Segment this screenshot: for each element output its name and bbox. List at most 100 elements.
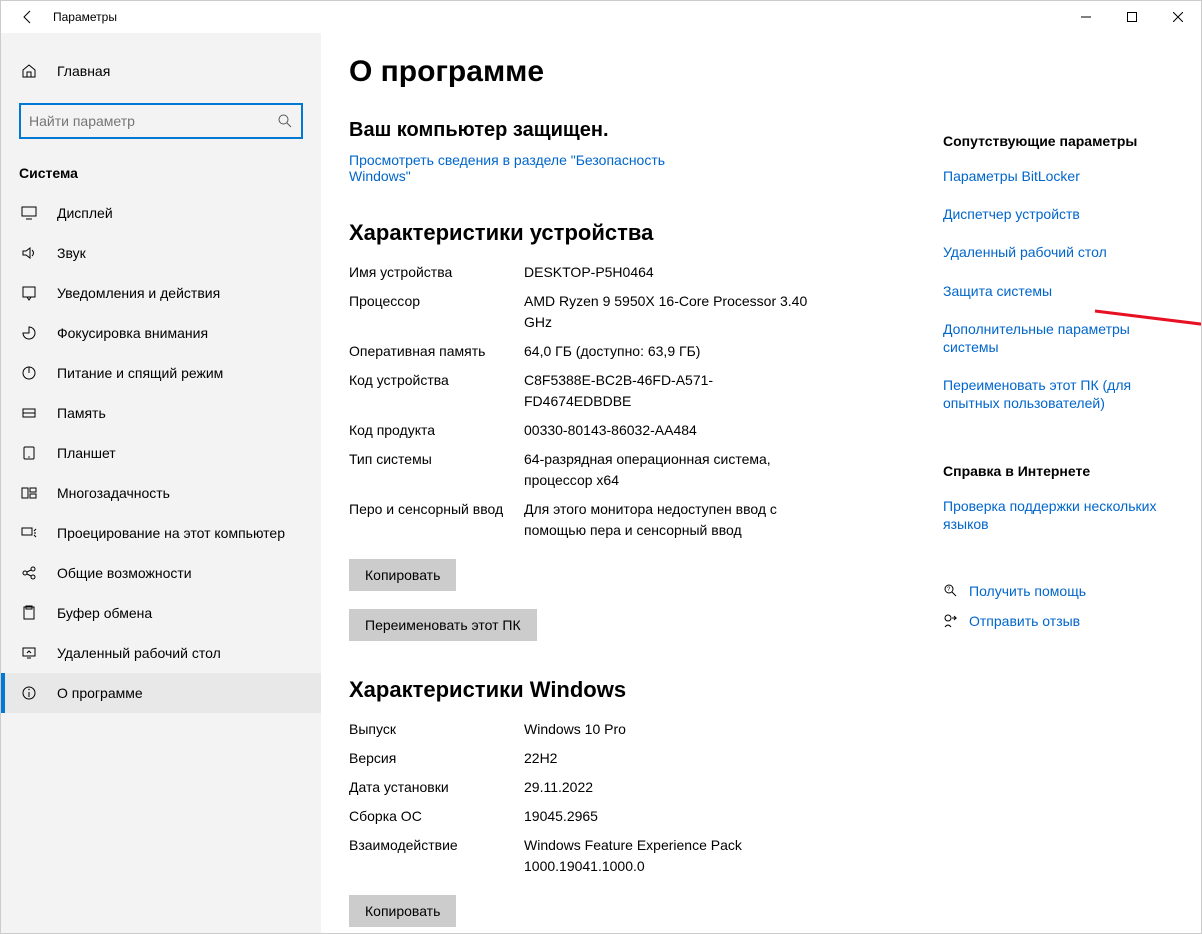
device-id-value: C8F5388E-BC2B-46FD-A571-FD4674EDBDBE bbox=[524, 370, 814, 412]
related-title: Сопутствующие параметры bbox=[943, 133, 1173, 149]
notify-icon bbox=[19, 285, 39, 301]
sidebar-item-label: Фокусировка внимания bbox=[57, 325, 208, 341]
experience-value: Windows Feature Experience Pack 1000.190… bbox=[524, 835, 814, 877]
edition-label: Выпуск bbox=[349, 719, 524, 740]
maximize-button[interactable] bbox=[1109, 1, 1155, 33]
category-label: Система bbox=[1, 157, 321, 193]
install-date-value: 29.11.2022 bbox=[524, 777, 593, 798]
sidebar-item-tablet[interactable]: Планшет bbox=[1, 433, 321, 473]
settings-window: Параметры Главная Система Дисплей Звук У… bbox=[0, 0, 1202, 934]
version-label: Версия bbox=[349, 748, 524, 769]
feedback-icon bbox=[943, 613, 969, 629]
ram-label: Оперативная память bbox=[349, 341, 524, 362]
window-title: Параметры bbox=[53, 10, 117, 24]
sidebar-item-label: Общие возможности bbox=[57, 565, 192, 581]
related-panel: Сопутствующие параметры Параметры BitLoc… bbox=[943, 133, 1173, 643]
related-link-system-protection[interactable]: Защита системы bbox=[943, 282, 1173, 300]
device-id-label: Код устройства bbox=[349, 370, 524, 412]
cpu-value: AMD Ryzen 9 5950X 16-Core Processor 3.40… bbox=[524, 291, 814, 333]
sidebar-item-sound[interactable]: Звук bbox=[1, 233, 321, 273]
sidebar-item-label: Звук bbox=[57, 245, 86, 261]
sidebar-item-display[interactable]: Дисплей bbox=[1, 193, 321, 233]
page-title: О программе bbox=[349, 55, 1173, 89]
sidebar-item-about[interactable]: О программе bbox=[1, 673, 321, 713]
minimize-button[interactable] bbox=[1063, 1, 1109, 33]
experience-label: Взаимодействие bbox=[349, 835, 524, 877]
pen-touch-value: Для этого монитора недоступен ввод с пом… bbox=[524, 499, 814, 541]
related-link-remote-desktop[interactable]: Удаленный рабочий стол bbox=[943, 243, 1173, 261]
sidebar-item-storage[interactable]: Память bbox=[1, 393, 321, 433]
copy-device-button[interactable]: Копировать bbox=[349, 559, 456, 591]
home-button[interactable]: Главная bbox=[1, 53, 321, 89]
help-title: Справка в Интернете bbox=[943, 463, 1173, 479]
sidebar-item-label: Уведомления и действия bbox=[57, 285, 220, 301]
window-controls bbox=[1063, 1, 1201, 33]
sidebar-item-label: О программе bbox=[57, 685, 143, 701]
system-type-label: Тип системы bbox=[349, 449, 524, 491]
sound-icon bbox=[19, 245, 39, 261]
feedback-button[interactable]: Отправить отзыв bbox=[943, 613, 1173, 629]
sidebar-item-label: Буфер обмена bbox=[57, 605, 152, 621]
related-link-rename-pc[interactable]: Переименовать этот ПК (для опытных польз… bbox=[943, 376, 1173, 412]
device-name-label: Имя устройства bbox=[349, 262, 524, 283]
rdp-icon bbox=[19, 645, 39, 661]
home-label: Главная bbox=[57, 63, 110, 79]
close-button[interactable] bbox=[1155, 1, 1201, 33]
shared-icon bbox=[19, 565, 39, 581]
main-content: О программе Ваш компьютер защищен. Просм… bbox=[321, 33, 1201, 933]
svg-text:?: ? bbox=[947, 587, 951, 593]
cpu-label: Процессор bbox=[349, 291, 524, 333]
display-icon bbox=[19, 205, 39, 221]
sidebar-item-label: Дисплей bbox=[57, 205, 113, 221]
sidebar-item-label: Память bbox=[57, 405, 106, 421]
power-icon bbox=[19, 365, 39, 381]
focus-icon bbox=[19, 325, 39, 341]
related-link-device-manager[interactable]: Диспетчер устройств bbox=[943, 205, 1173, 223]
related-link-bitlocker[interactable]: Параметры BitLocker bbox=[943, 167, 1173, 185]
tablet-icon bbox=[19, 445, 39, 461]
multitask-icon bbox=[19, 485, 39, 501]
about-icon bbox=[19, 685, 39, 701]
version-value: 22H2 bbox=[524, 748, 557, 769]
edition-value: Windows 10 Pro bbox=[524, 719, 626, 740]
sidebar-item-power[interactable]: Питание и спящий режим bbox=[1, 353, 321, 393]
clipboard-icon bbox=[19, 605, 39, 621]
search-field[interactable] bbox=[29, 113, 277, 129]
back-button[interactable] bbox=[13, 9, 43, 25]
home-icon bbox=[19, 63, 39, 79]
sidebar-item-shared[interactable]: Общие возможности bbox=[1, 553, 321, 593]
help-link-multilang[interactable]: Проверка поддержки нескольких языков bbox=[943, 497, 1173, 533]
sidebar-item-label: Планшет bbox=[57, 445, 116, 461]
windows-spec-title: Характеристики Windows bbox=[349, 677, 1173, 703]
search-icon bbox=[277, 113, 293, 129]
sidebar-item-remote-desktop[interactable]: Удаленный рабочий стол bbox=[1, 633, 321, 673]
help-icon: ? bbox=[943, 583, 969, 599]
project-icon bbox=[19, 525, 39, 541]
get-help-button[interactable]: ? Получить помощь bbox=[943, 583, 1173, 599]
ram-value: 64,0 ГБ (доступно: 63,9 ГБ) bbox=[524, 341, 700, 362]
sidebar-item-label: Удаленный рабочий стол bbox=[57, 645, 221, 661]
sidebar: Главная Система Дисплей Звук Уведомления… bbox=[1, 33, 321, 933]
system-type-value: 64-разрядная операционная система, проце… bbox=[524, 449, 814, 491]
get-help-label: Получить помощь bbox=[969, 583, 1086, 599]
build-label: Сборка ОС bbox=[349, 806, 524, 827]
copy-windows-button[interactable]: Копировать bbox=[349, 895, 456, 927]
titlebar: Параметры bbox=[1, 1, 1201, 33]
product-id-label: Код продукта bbox=[349, 420, 524, 441]
sidebar-item-notifications[interactable]: Уведомления и действия bbox=[1, 273, 321, 313]
sidebar-item-multitasking[interactable]: Многозадачность bbox=[1, 473, 321, 513]
pen-touch-label: Перо и сенсорный ввод bbox=[349, 499, 524, 541]
product-id-value: 00330-80143-86032-AA484 bbox=[524, 420, 697, 441]
rename-pc-button[interactable]: Переименовать этот ПК bbox=[349, 609, 537, 641]
sidebar-item-focus[interactable]: Фокусировка внимания bbox=[1, 313, 321, 353]
install-date-label: Дата установки bbox=[349, 777, 524, 798]
storage-icon bbox=[19, 405, 39, 421]
search-input[interactable] bbox=[19, 103, 303, 139]
security-link[interactable]: Просмотреть сведения в разделе "Безопасн… bbox=[349, 152, 689, 184]
related-link-advanced-system[interactable]: Дополнительные параметры системы bbox=[943, 320, 1173, 356]
sidebar-item-label: Проецирование на этот компьютер bbox=[57, 525, 285, 541]
sidebar-item-label: Многозадачность bbox=[57, 485, 170, 501]
sidebar-item-projecting[interactable]: Проецирование на этот компьютер bbox=[1, 513, 321, 553]
feedback-label: Отправить отзыв bbox=[969, 613, 1080, 629]
sidebar-item-clipboard[interactable]: Буфер обмена bbox=[1, 593, 321, 633]
